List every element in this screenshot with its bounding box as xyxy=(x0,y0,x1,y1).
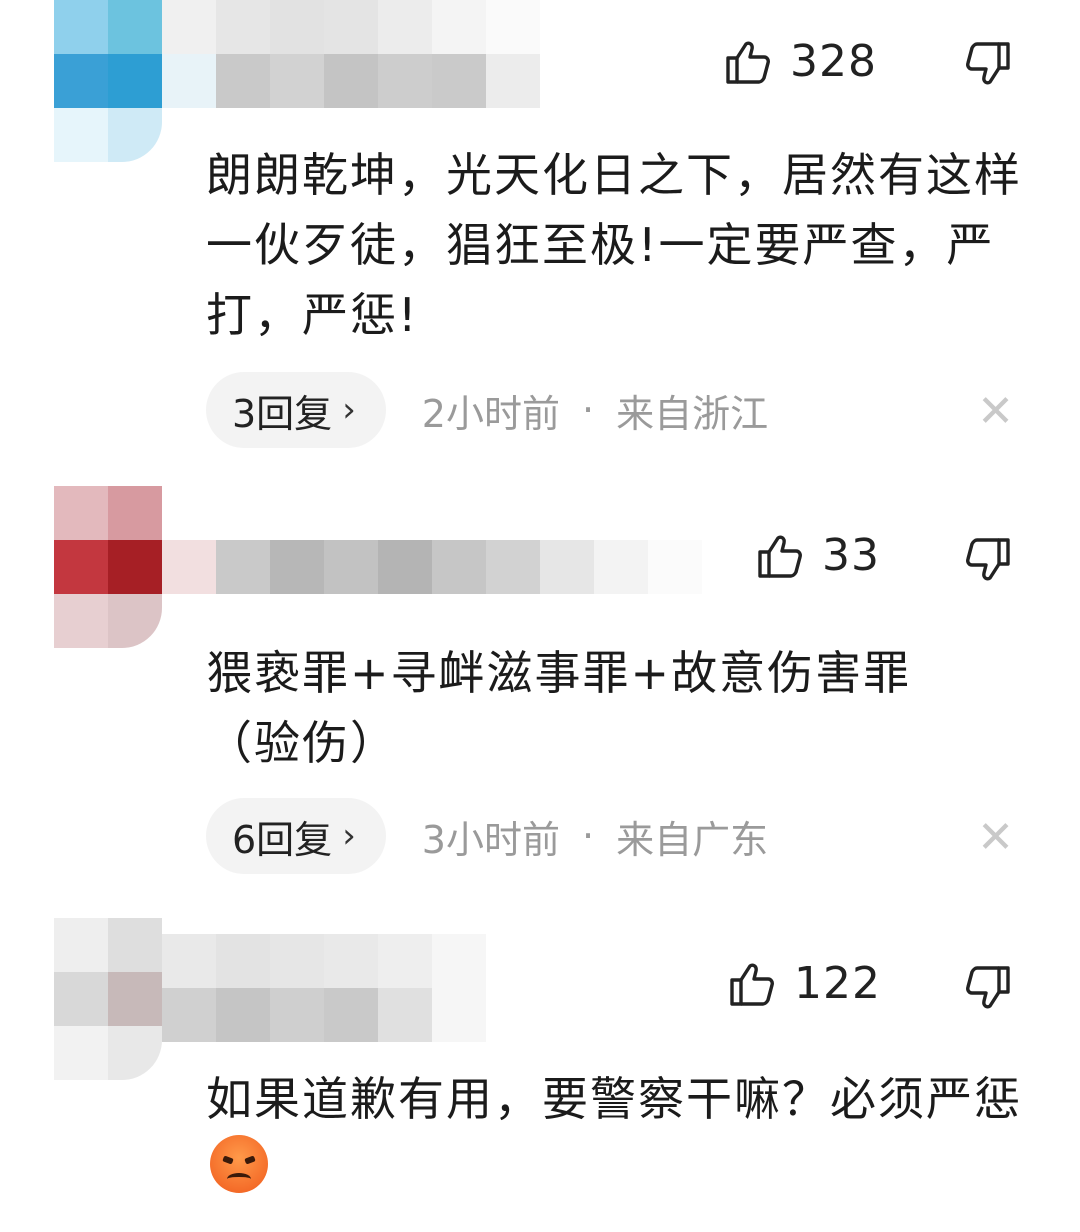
avatar-pixel xyxy=(54,918,108,972)
thumbs-down-icon[interactable] xyxy=(962,40,1012,90)
meta-separator: · xyxy=(581,814,595,858)
comment-text-content: 如果道歉有用，要警察干嘛？必须严惩 xyxy=(206,1072,1022,1126)
username-blurred-row2 xyxy=(162,54,540,108)
avatar-pixel xyxy=(108,540,162,594)
avatar-pixel xyxy=(54,594,108,648)
thumbs-down-icon[interactable] xyxy=(962,536,1012,586)
replies-button[interactable]: 6回复 › xyxy=(206,798,386,874)
avatar-pixel xyxy=(108,54,162,108)
avatar-pixel xyxy=(108,0,162,54)
chevron-right-icon: › xyxy=(342,390,356,430)
replies-label: 6回复 xyxy=(232,817,333,862)
like-count: 122 xyxy=(794,958,881,1009)
avatar[interactable] xyxy=(54,0,162,162)
avatar-pixel xyxy=(108,108,162,162)
avatar-pixel xyxy=(54,0,108,54)
comment-time: 3小时前 xyxy=(421,817,560,862)
avatar[interactable] xyxy=(54,918,162,1080)
close-icon[interactable]: ✕ xyxy=(977,386,1014,437)
comment-meta: 6回复 › 3小时前 · 来自广东 xyxy=(206,798,768,874)
avatar-pixel xyxy=(108,486,162,540)
comment-meta: 3回复 › 2小时前 · 来自浙江 xyxy=(206,372,768,448)
thumbs-down-icon[interactable] xyxy=(962,964,1012,1014)
meta-separator: · xyxy=(581,388,595,432)
like-button[interactable]: 328 xyxy=(724,36,877,87)
comment-time: 2小时前 xyxy=(421,391,560,436)
comment-text: 猥亵罪+寻衅滋事罪+故意伤害罪（验伤） xyxy=(206,646,912,770)
username-blurred[interactable] xyxy=(162,0,540,54)
avatar-pixel xyxy=(108,918,162,972)
comment-text: 朗朗乾坤，光天化日之下，居然有这样一伙歹徒，猖狂至极!一定要严查，严打，严惩! xyxy=(206,148,1022,342)
username-blurred[interactable] xyxy=(162,540,702,594)
avatar-pixel xyxy=(54,54,108,108)
avatar-pixel xyxy=(54,540,108,594)
avatar-pixel xyxy=(54,1026,108,1080)
chevron-right-icon: › xyxy=(342,816,356,856)
like-button[interactable]: 33 xyxy=(756,530,880,581)
avatar-pixel xyxy=(54,972,108,1026)
username-blurred-row2 xyxy=(162,988,486,1042)
comment-location: 来自浙江 xyxy=(616,391,769,436)
avatar-pixel xyxy=(54,108,108,162)
thumbs-up-icon xyxy=(758,535,802,578)
like-count: 328 xyxy=(790,36,877,87)
username-blurred[interactable] xyxy=(162,934,486,988)
like-button[interactable]: 122 xyxy=(728,958,881,1009)
comment-text: 如果道歉有用，要警察干嘛？必须严惩 xyxy=(206,1064,1036,1204)
thumbs-up-icon xyxy=(730,963,774,1006)
avatar-pixel xyxy=(54,486,108,540)
close-icon[interactable]: ✕ xyxy=(977,812,1014,863)
avatar-pixel xyxy=(108,972,162,1026)
angry-face-emoji-icon xyxy=(210,1135,268,1193)
replies-button[interactable]: 3回复 › xyxy=(206,372,386,448)
comment-location: 来自广东 xyxy=(616,817,769,862)
avatar[interactable] xyxy=(54,486,162,648)
thumbs-up-icon xyxy=(726,41,770,84)
like-count: 33 xyxy=(822,530,880,581)
replies-label: 3回复 xyxy=(232,391,333,436)
avatar-pixel xyxy=(108,594,162,648)
avatar-pixel xyxy=(108,1026,162,1080)
